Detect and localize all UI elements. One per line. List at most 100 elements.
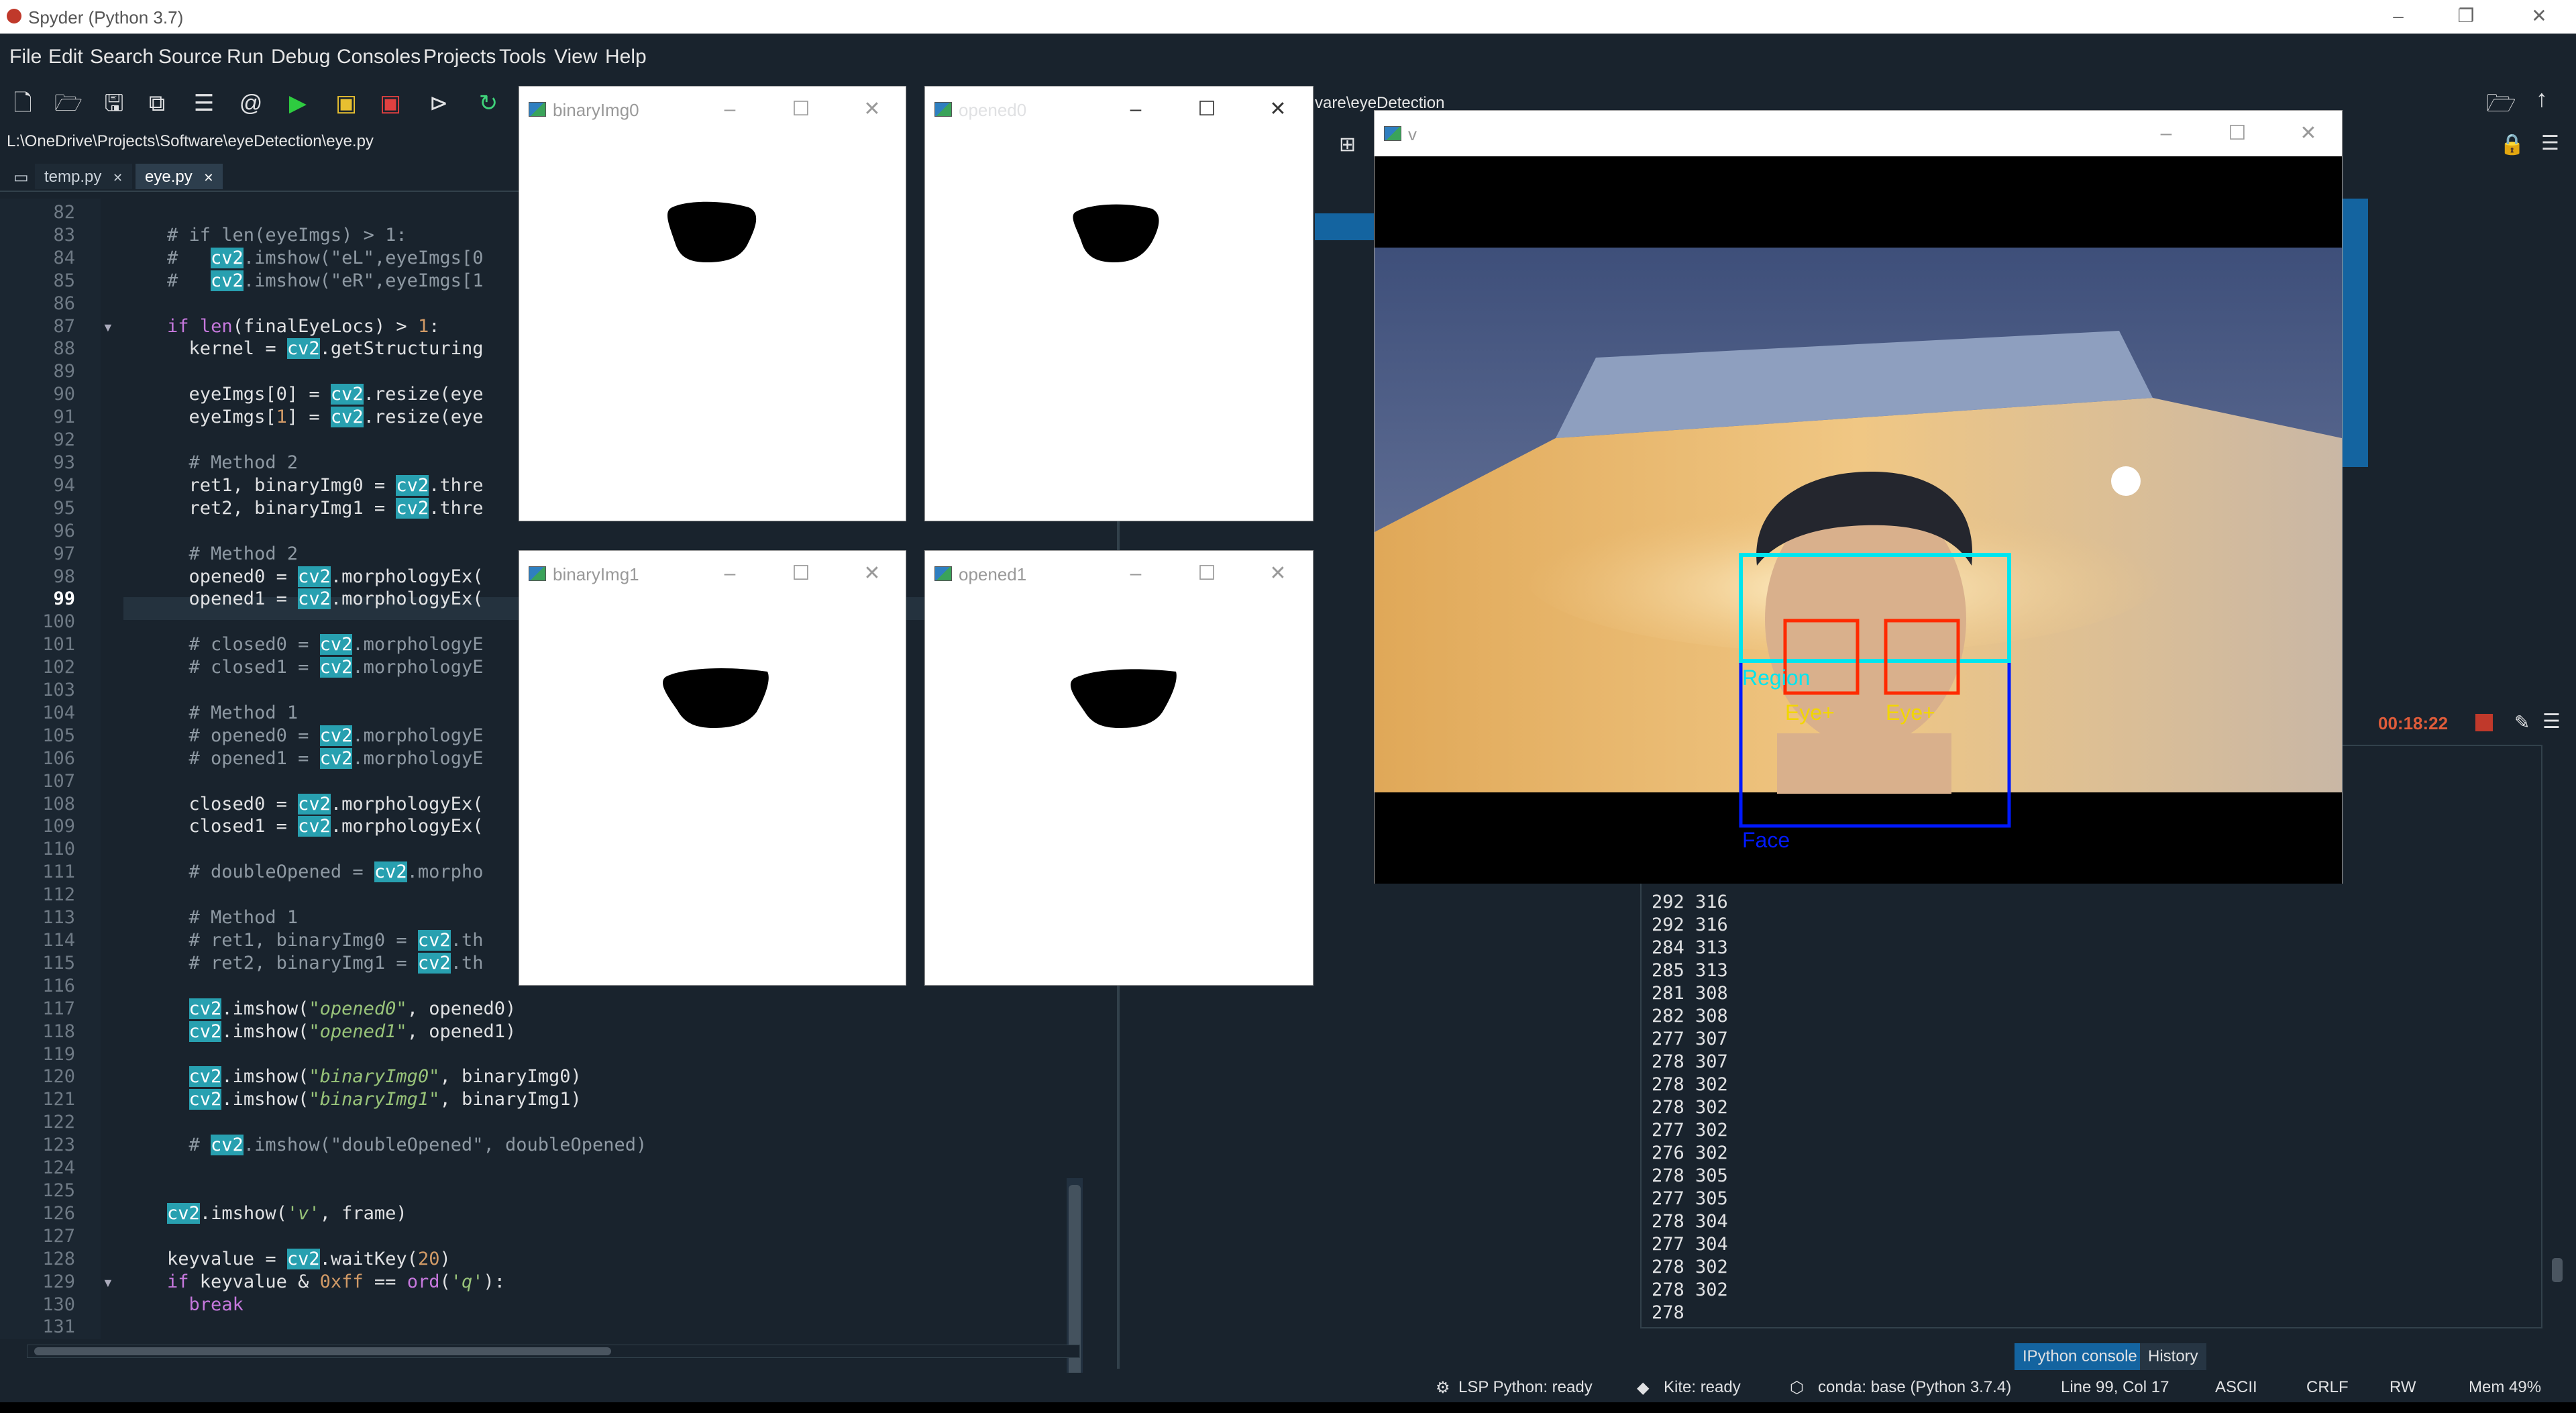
minimize-button[interactable]: – [2385,3,2412,30]
conda-status[interactable]: conda: base (Python 3.7.4) [1818,1378,2011,1397]
cv-window-video[interactable]: v – ☐ ✕ Region Eye+ Eye+ Face [1374,110,2343,884]
menu-file[interactable]: File [9,46,42,68]
minimize-button[interactable]: – [2153,120,2180,147]
code-line[interactable] [123,1225,647,1248]
menu-help[interactable]: Help [605,46,647,68]
menu-debug[interactable]: Debug [271,46,330,68]
cv-window-titlebar[interactable]: opened1 – ☐ ✕ [925,551,1313,596]
at-sign-icon[interactable]: @ [236,89,266,118]
new-file-icon[interactable]: 🗋 [8,89,38,118]
restore-button[interactable]: ❐ [2453,3,2479,30]
line-number: 86 [53,293,75,314]
cv-window-binaryimg0[interactable]: binaryImg0 – ☐ ✕ [519,86,906,521]
code-line[interactable] [123,1316,647,1339]
line-number: 110 [42,839,75,860]
close-button[interactable]: ✕ [859,560,885,587]
cv-window-titlebar[interactable]: binaryImg1 – ☐ ✕ [519,551,906,596]
code-line[interactable]: cv2.imshow("binaryImg0", binaryImg0) [123,1065,647,1088]
code-line[interactable]: cv2.imshow("binaryImg1", binaryImg1) [123,1088,647,1111]
maximize-button[interactable]: ☐ [788,560,814,587]
menu-edit[interactable]: Edit [48,46,83,68]
scrollbar-thumb[interactable] [34,1347,611,1355]
cv-window-titlebar[interactable]: binaryImg0 – ☐ ✕ [519,87,906,132]
menu-run[interactable]: Run [227,46,264,68]
console-scrollbar[interactable] [2549,751,2565,1322]
minimize-button[interactable]: – [716,560,743,587]
console-options-icon[interactable]: ☰ [2542,710,2561,733]
save-all-icon[interactable]: ⧉ [142,89,172,118]
line-number: 99 [53,588,75,610]
code-line[interactable] [123,1111,647,1134]
tab-close-icon[interactable]: ✕ [113,171,123,185]
code-line[interactable]: break [123,1294,647,1316]
tab-close-icon[interactable]: ✕ [203,171,213,185]
run-icon[interactable]: ▶ [283,89,313,118]
console-line: 278 302 [1652,1279,1728,1300]
code-line[interactable] [123,1180,647,1202]
cv-window-titlebar[interactable]: opened0 – ☐ ✕ [925,87,1313,132]
fold-arrow-icon[interactable]: ▼ [102,321,114,335]
maximize-button[interactable]: ☐ [2224,120,2251,147]
maximize-button[interactable]: ☐ [788,96,814,123]
lsp-status[interactable]: LSP Python: ready [1458,1378,1593,1397]
kite-status[interactable]: Kite: ready [1664,1378,1741,1397]
clear-console-icon[interactable]: ✎ [2514,711,2530,733]
rerun-icon[interactable]: ↻ [474,89,503,118]
line-numbers: 82 83 84 85 86 87 88 89 90 91 92 93 94 95 96 97 98 99 100 1… [27,201,75,1339]
tab-eye-py[interactable]: eye.py ✕ [136,164,223,189]
minimize-button[interactable]: – [716,96,743,123]
parent-directory-icon[interactable]: ↑ [2536,85,2548,113]
close-button[interactable]: ✕ [2526,3,2553,30]
maximize-button[interactable]: ☐ [1193,560,1220,587]
close-button[interactable]: ✕ [2295,120,2322,147]
eye-blob-image [1070,669,1177,728]
line-number: 98 [53,566,75,587]
scrollbar-thumb[interactable] [2552,1258,2563,1282]
tab-ipython-console[interactable]: IPython console [2015,1343,2145,1370]
code-line[interactable]: # cv2.imshow("doubleOpened", doubleOpene… [123,1134,647,1157]
menu-source[interactable]: Source [158,46,222,68]
tab-history[interactable]: History [2140,1343,2206,1370]
code-line[interactable]: cv2.imshow('v', frame) [123,1202,647,1225]
minimize-button[interactable]: – [1122,96,1149,123]
tab-temp-py[interactable]: temp.py ✕ [35,164,133,189]
close-button[interactable]: ✕ [1265,96,1291,123]
cv-window-titlebar[interactable]: v – ☐ ✕ [1375,111,2342,156]
menu-tools[interactable]: Tools [499,46,546,68]
browse-tabs-icon[interactable]: ▭ [4,164,34,189]
code-line[interactable] [123,1157,647,1180]
menu-view[interactable]: View [554,46,597,68]
code-line[interactable] [123,1043,647,1066]
cv-window-binaryimg1[interactable]: binaryImg1 – ☐ ✕ [519,550,906,986]
code-line[interactable]: keyvalue = cv2.waitKey(20) [123,1248,647,1271]
opencv-window-icon [934,566,952,581]
browse-folder-icon[interactable]: 🗁 [2486,86,2516,127]
code-line[interactable] [123,520,647,543]
console-line: 278 302 [1652,1074,1728,1095]
run-cell-icon[interactable]: ▣ [331,89,361,118]
menu-consoles[interactable]: Consoles [337,46,421,68]
editor-horizontal-scrollbar[interactable] [27,1345,1080,1358]
minimize-button[interactable]: – [1122,560,1149,587]
add-icon[interactable]: ⊞ [1339,133,1356,156]
stop-icon[interactable] [2475,714,2493,731]
cv-window-opened1[interactable]: opened1 – ☐ ✕ [924,550,1313,986]
eye-left-label: Eye+ [1785,700,1835,725]
run-selection-icon[interactable]: ⊳ [424,89,453,118]
code-line[interactable]: cv2.imshow("opened1", opened1) [123,1020,647,1043]
options-menu-icon[interactable]: ☰ [2541,132,2559,155]
outline-icon[interactable]: ☰ [189,89,219,118]
cv-window-opened0[interactable]: opened0 – ☐ ✕ [924,86,1313,521]
code-line[interactable]: cv2.imshow("opened0", opened0) [123,998,647,1020]
fold-arrow-icon[interactable]: ▼ [102,1276,114,1290]
code-line[interactable]: if keyvalue & 0xff == ord('q'): [123,1271,647,1294]
open-folder-icon[interactable]: 🗁 [54,89,83,118]
menu-search[interactable]: Search [90,46,154,68]
close-button[interactable]: ✕ [1265,560,1291,587]
run-cell-advance-icon[interactable]: ▣ [376,89,405,118]
close-button[interactable]: ✕ [859,96,885,123]
menu-projects[interactable]: Projects [423,46,496,68]
lock-icon[interactable]: 🔒 [2500,133,2524,156]
maximize-button[interactable]: ☐ [1193,96,1220,123]
save-icon[interactable]: 🖫 [99,89,129,118]
